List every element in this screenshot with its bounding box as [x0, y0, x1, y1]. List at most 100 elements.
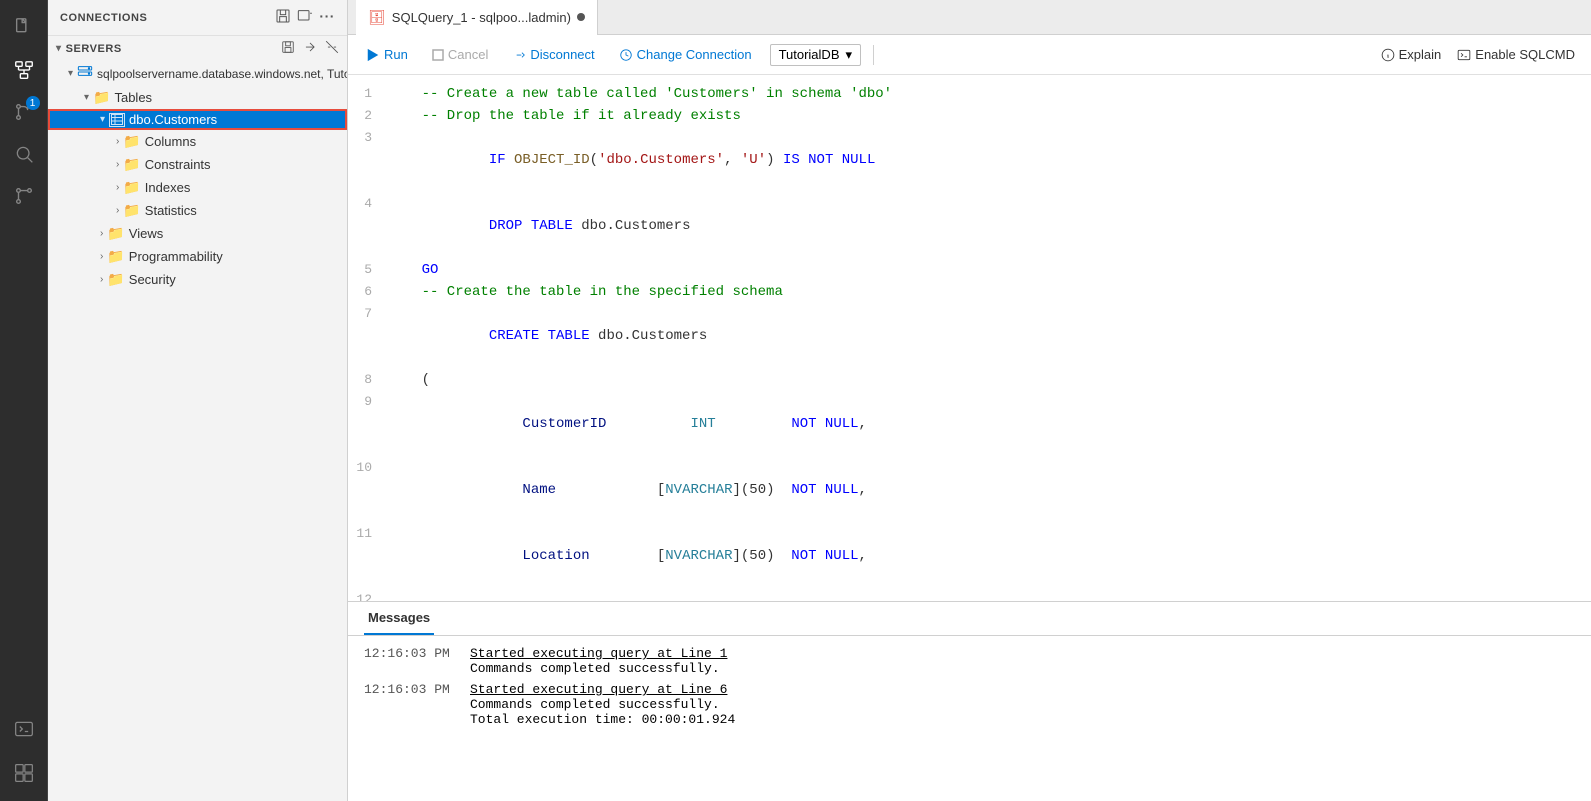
- connections-label: CONNECTIONS: [60, 12, 147, 24]
- disconnect-label: Disconnect: [530, 47, 594, 62]
- files-icon[interactable]: [4, 8, 44, 48]
- sidebar-actions: ···: [275, 8, 335, 27]
- folder-icon: 📁: [123, 179, 140, 196]
- sqlcmd-icon: [1457, 48, 1471, 62]
- constraints-row[interactable]: › 📁 Constraints: [48, 153, 347, 176]
- query-tab[interactable]: 🗄 SQLQuery_1 - sqlpoo...ladmin): [356, 0, 598, 35]
- code-line-1: 1 -- Create a new table called 'Customer…: [348, 83, 1591, 105]
- disconnect-icon: [512, 48, 526, 62]
- run-label: Run: [384, 47, 408, 62]
- git-icon[interactable]: [4, 176, 44, 216]
- cancel-button[interactable]: Cancel: [426, 45, 494, 64]
- enable-sqlcmd-label: Enable SQLCMD: [1475, 47, 1575, 62]
- add-server-icon[interactable]: [297, 8, 313, 27]
- msg-detail-1: Commands completed successfully.: [470, 661, 727, 676]
- explain-icon: [1381, 48, 1395, 62]
- more-options-icon[interactable]: ···: [319, 8, 335, 27]
- code-editor[interactable]: 1 -- Create a new table called 'Customer…: [348, 75, 1591, 601]
- chevron-down-icon: ▾: [68, 68, 73, 79]
- programmability-row[interactable]: › 📁 Programmability: [48, 245, 347, 268]
- messages-tab[interactable]: Messages: [364, 602, 434, 635]
- messages-tab-bar: Messages: [348, 602, 1591, 636]
- chevron-right-icon: ›: [116, 205, 119, 216]
- messages-content: 12:16:03 PM Started executing query at L…: [348, 636, 1591, 801]
- dropdown-icon: ▾: [846, 47, 853, 63]
- msg-body-1: Started executing query at Line 1 Comman…: [470, 646, 727, 676]
- security-label: Security: [129, 272, 176, 287]
- change-connection-icon: [619, 48, 633, 62]
- programmability-label: Programmability: [129, 249, 223, 264]
- disconnect-icon[interactable]: [325, 40, 339, 57]
- servers-section[interactable]: ▾ SERVERS: [48, 36, 347, 61]
- msg-time-1: 12:16:03 PM: [364, 646, 454, 676]
- code-line-12: 12 Email [NVARCHAR](50) NOT NULL: [348, 589, 1591, 601]
- code-line-10: 10 Name [NVARCHAR](50) NOT NULL,: [348, 457, 1591, 523]
- sidebar-header: CONNECTIONS ···: [48, 0, 347, 36]
- save-icon[interactable]: [281, 40, 295, 57]
- indexes-label: Indexes: [145, 180, 191, 195]
- folder-icon: 📁: [107, 225, 124, 242]
- toolbar: Run Cancel Disconnect Change Connection …: [348, 35, 1591, 75]
- tables-row[interactable]: ▾ 📁 Tables: [48, 86, 347, 109]
- folder-icon: 📁: [107, 248, 124, 265]
- connections-icon[interactable]: [4, 50, 44, 90]
- statistics-row[interactable]: › 📁 Statistics: [48, 199, 347, 222]
- tab-title: SQLQuery_1 - sqlpoo...ladmin): [392, 10, 571, 25]
- terminal-icon[interactable]: [4, 709, 44, 749]
- explain-button[interactable]: Explain: [1377, 45, 1446, 64]
- columns-label: Columns: [145, 134, 196, 149]
- msg-link-2[interactable]: Started executing query at Line 6: [470, 682, 727, 697]
- separator: [873, 45, 874, 65]
- disconnect-button[interactable]: Disconnect: [506, 45, 600, 64]
- chevron-down-icon: ▾: [56, 43, 62, 54]
- constraints-label: Constraints: [145, 157, 211, 172]
- cancel-icon: [432, 49, 444, 61]
- code-line-7: 7 CREATE TABLE dbo.Customers: [348, 303, 1591, 369]
- folder-icon: 📁: [107, 271, 124, 288]
- chevron-right-icon: ›: [100, 274, 103, 285]
- cancel-label: Cancel: [448, 47, 488, 62]
- save-servers-icon[interactable]: [275, 8, 291, 27]
- server-row[interactable]: ▾ sqlpoolservername.database.windows.net…: [48, 61, 347, 86]
- table-row-customers[interactable]: ▾ dbo.Customers: [48, 109, 347, 130]
- connect-icon[interactable]: [303, 40, 317, 57]
- database-name: TutorialDB: [779, 47, 840, 62]
- main-area: 🗄 SQLQuery_1 - sqlpoo...ladmin) Run Canc…: [348, 0, 1591, 801]
- msg-time-2: 12:16:03 PM: [364, 682, 454, 727]
- code-line-9: 9 CustomerID INT NOT NULL,: [348, 391, 1591, 457]
- server-name: sqlpoolservername.database.windows.net, …: [97, 67, 347, 81]
- source-control-icon[interactable]: 1: [4, 92, 44, 132]
- chevron-right-icon: ›: [100, 251, 103, 262]
- indexes-row[interactable]: › 📁 Indexes: [48, 176, 347, 199]
- code-line-11: 11 Location [NVARCHAR](50) NOT NULL,: [348, 523, 1591, 589]
- tree-section: ▾ SERVERS ▾: [48, 36, 347, 801]
- servers-label: SERVERS: [66, 43, 122, 55]
- tables-label: Tables: [114, 90, 152, 105]
- table-name: dbo.Customers: [129, 112, 217, 127]
- msg-body-2: Started executing query at Line 6 Comman…: [470, 682, 735, 727]
- table-icon: [109, 113, 125, 127]
- folder-icon: 📁: [123, 202, 140, 219]
- extensions-icon[interactable]: [4, 753, 44, 793]
- run-icon: [366, 48, 380, 62]
- code-line-8: 8 (: [348, 369, 1591, 391]
- columns-row[interactable]: › 📁 Columns: [48, 130, 347, 153]
- message-row-2: 12:16:03 PM Started executing query at L…: [364, 682, 1575, 727]
- chevron-down-icon: ▾: [100, 114, 105, 125]
- run-button[interactable]: Run: [360, 45, 414, 64]
- security-row[interactable]: › 📁 Security: [48, 268, 347, 291]
- msg-link-1[interactable]: Started executing query at Line 1: [470, 646, 727, 661]
- chevron-right-icon: ›: [100, 228, 103, 239]
- notification-badge: 1: [26, 96, 40, 110]
- change-connection-button[interactable]: Change Connection: [613, 45, 758, 64]
- messages-tab-label: Messages: [368, 610, 430, 625]
- search-icon[interactable]: [4, 134, 44, 174]
- code-line-5: 5 GO: [348, 259, 1591, 281]
- folder-icon: 📁: [93, 89, 110, 106]
- chevron-down-icon: ▾: [84, 92, 89, 103]
- database-selector[interactable]: TutorialDB ▾: [770, 44, 861, 66]
- chevron-right-icon: ›: [116, 159, 119, 170]
- chevron-right-icon: ›: [116, 182, 119, 193]
- enable-sqlcmd-button[interactable]: Enable SQLCMD: [1453, 45, 1579, 64]
- views-row[interactable]: › 📁 Views: [48, 222, 347, 245]
